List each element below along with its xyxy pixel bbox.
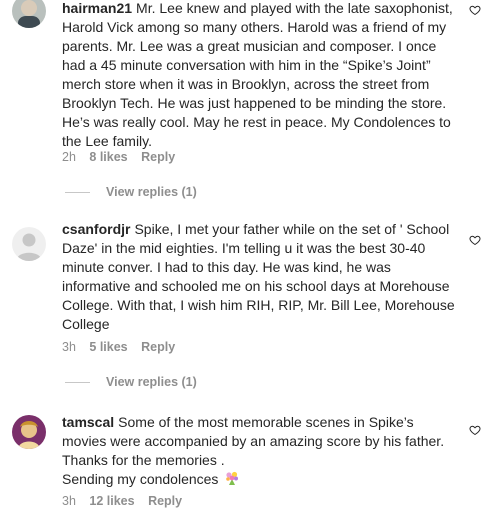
view-replies-button[interactable]: View replies (1) — [65, 375, 197, 389]
comment-time: 3h — [62, 340, 76, 354]
reply-button[interactable]: Reply — [141, 340, 175, 354]
comment-body-line2: Sending my condolences — [62, 471, 219, 487]
comment-body: Spike, I met your father while on the se… — [62, 221, 455, 332]
comment-body: Some of the most memorable scenes in Spi… — [62, 414, 445, 468]
comment-likes[interactable]: 8 likes — [89, 150, 127, 164]
comment-text: hairman21 Mr. Lee knew and played with th… — [62, 0, 458, 151]
view-replies-label[interactable]: View replies (1) — [106, 185, 197, 199]
comment-username[interactable]: hairman21 — [62, 0, 132, 16]
comment-body: Mr. Lee knew and played with the late sa… — [62, 0, 453, 149]
replies-divider — [65, 382, 90, 384]
reply-button[interactable]: Reply — [141, 150, 175, 164]
comment-time: 2h — [62, 150, 76, 164]
comment-text: tamscal Some of the most memorable scenes… — [62, 413, 458, 489]
heart-outline-icon[interactable] — [469, 234, 481, 246]
avatar[interactable] — [12, 0, 46, 28]
view-replies-button[interactable]: View replies (1) — [65, 185, 197, 199]
comment-likes[interactable]: 12 likes — [89, 494, 134, 508]
comment-meta: 3h 12 likes Reply — [62, 494, 192, 508]
reply-button[interactable]: Reply — [148, 494, 182, 508]
bouquet-emoji-icon — [226, 471, 239, 485]
avatar[interactable] — [12, 227, 46, 261]
view-replies-label[interactable]: View replies (1) — [106, 375, 197, 389]
comment-time: 3h — [62, 494, 76, 508]
heart-outline-icon[interactable] — [469, 4, 481, 16]
comment-likes[interactable]: 5 likes — [89, 340, 127, 354]
comment-meta: 2h 8 likes Reply — [62, 150, 185, 164]
comment-meta: 3h 5 likes Reply — [62, 340, 185, 354]
comment-username[interactable]: csanfordjr — [62, 221, 130, 237]
heart-outline-icon[interactable] — [469, 424, 481, 436]
avatar[interactable] — [12, 415, 46, 449]
comment-username[interactable]: tamscal — [62, 414, 114, 430]
comment-text: csanfordjr Spike, I met your father while… — [62, 220, 458, 334]
replies-divider — [65, 192, 90, 194]
